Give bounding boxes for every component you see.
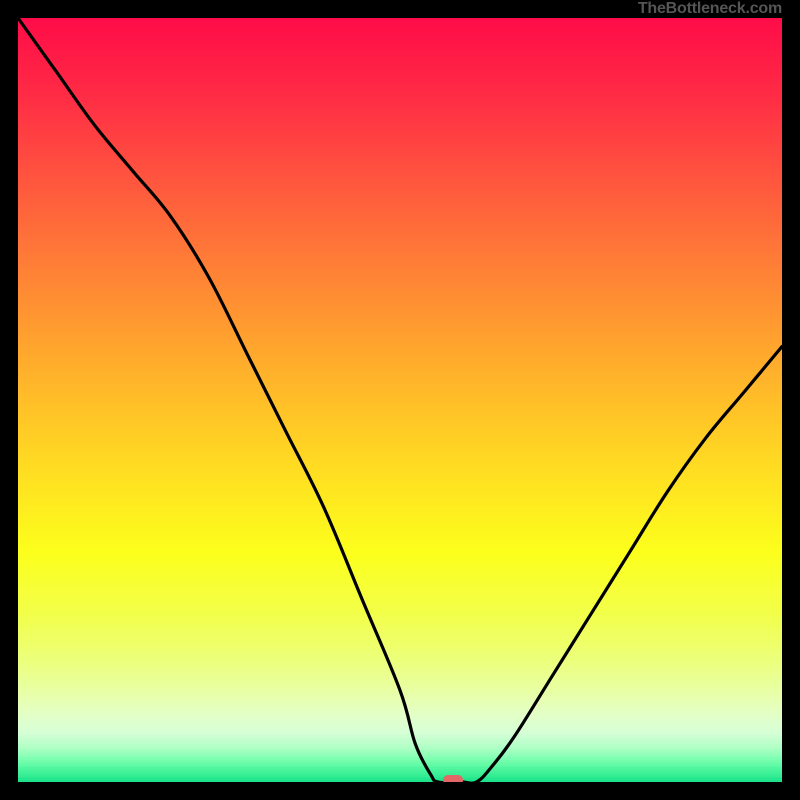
attribution-text: TheBottleneck.com — [638, 0, 782, 18]
bottleneck-curve — [18, 18, 782, 782]
curve-svg — [18, 18, 782, 782]
chart-frame: TheBottleneck.com — [0, 0, 800, 800]
minimum-marker — [444, 775, 464, 782]
plot-area — [18, 18, 782, 782]
